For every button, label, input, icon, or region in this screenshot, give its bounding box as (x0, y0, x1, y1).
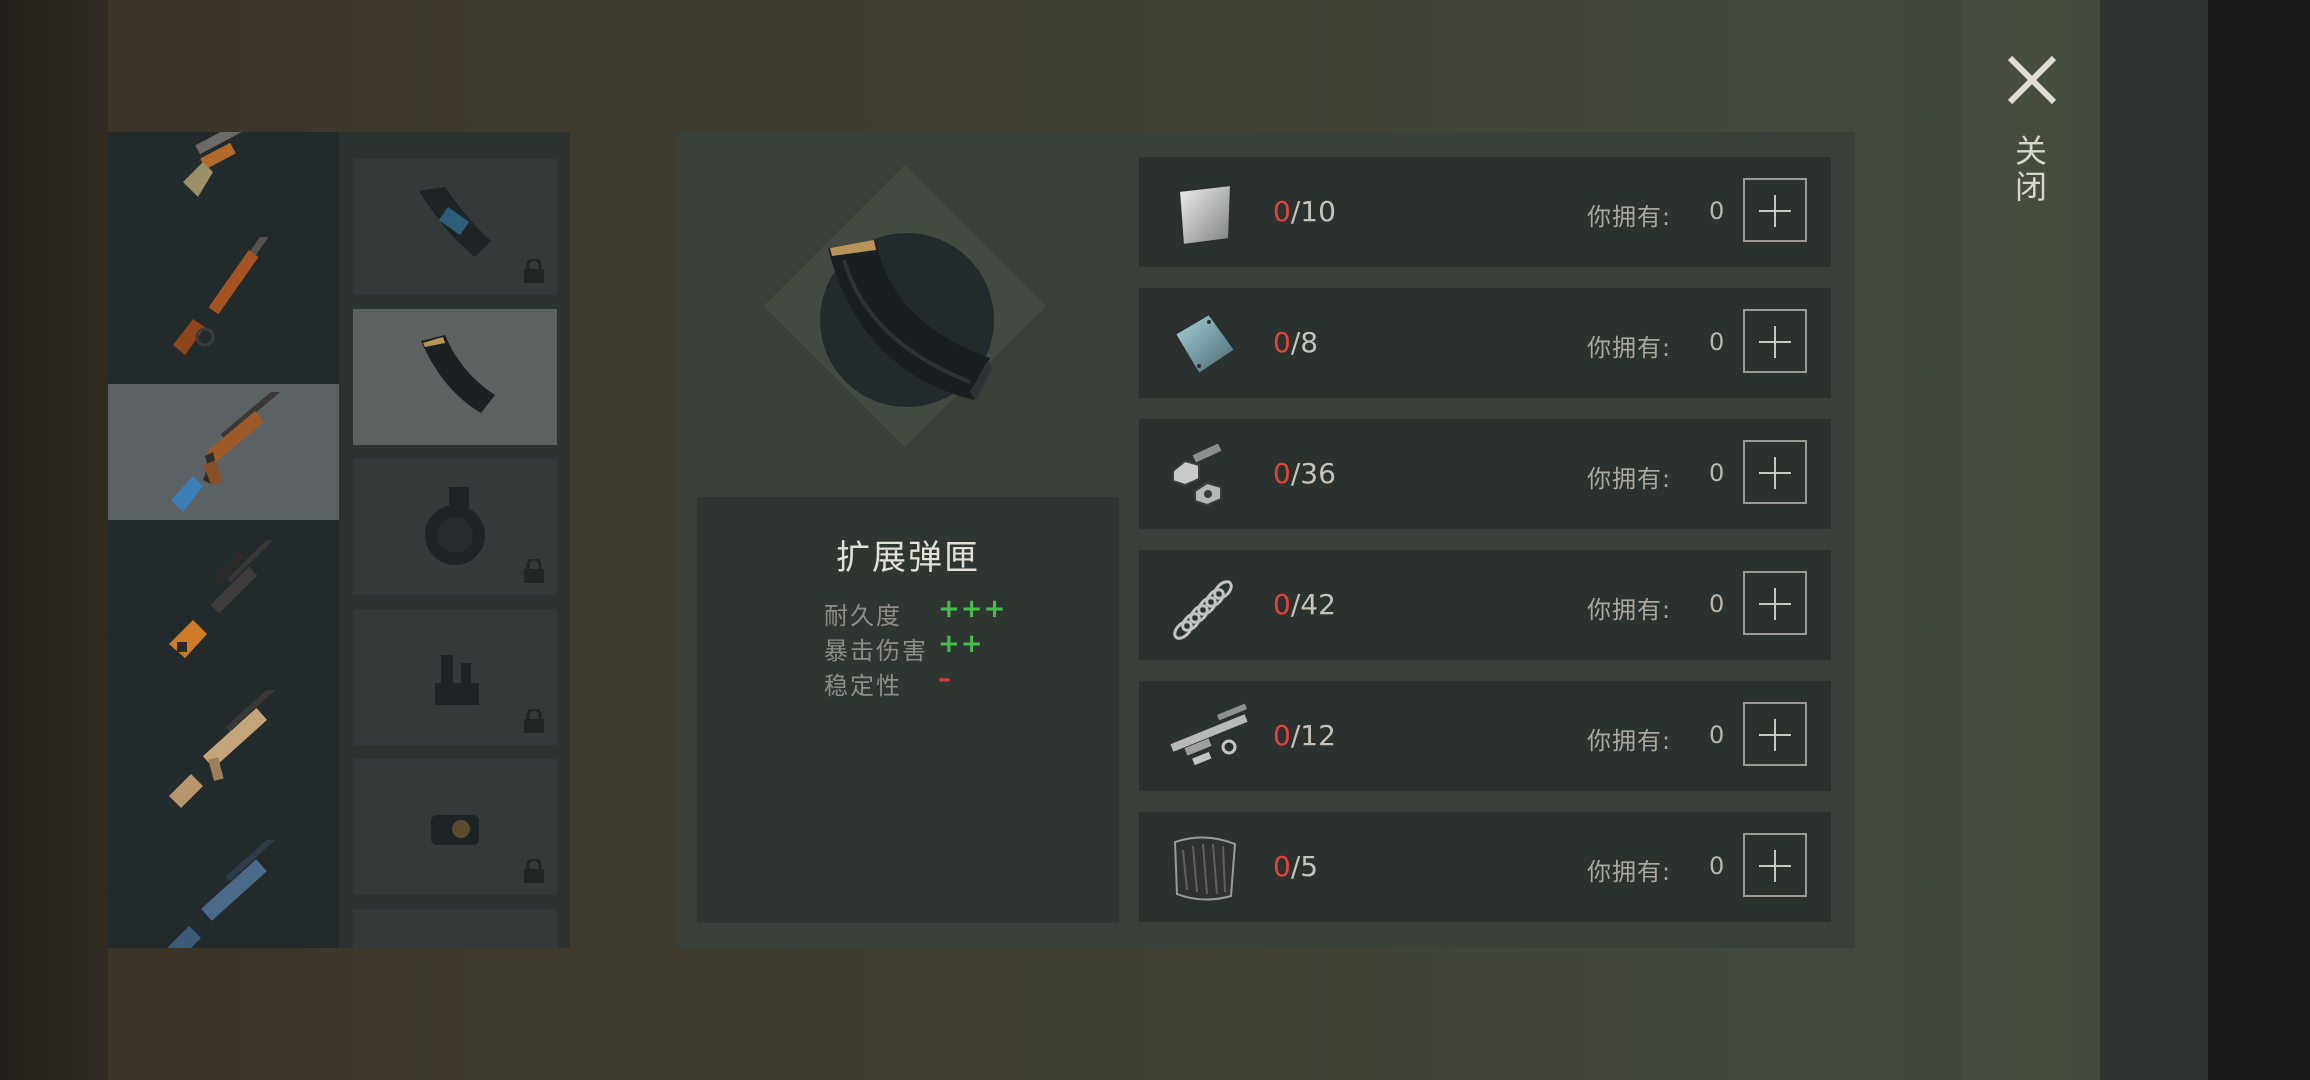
owned-count: 0 (1709, 459, 1725, 487)
drum-magazine-icon (425, 487, 485, 565)
left-edge (0, 0, 108, 1080)
owned-count: 0 (1709, 197, 1725, 225)
required-quantity: 0/42 (1273, 588, 1336, 621)
iron-sight-icon (435, 655, 479, 705)
required-quantity: 0/8 (1273, 326, 1319, 359)
item-name: 扩展弹匣 (836, 538, 980, 578)
required-quantity: 0/12 (1273, 719, 1336, 752)
owned-label: 你拥有: (1587, 858, 1672, 886)
weapon-m16-rifle[interactable] (108, 832, 339, 948)
sniper-rifle-icon (169, 540, 281, 658)
nuts-bolts-icon (1172, 443, 1222, 507)
gun-parts-icon (1170, 703, 1248, 766)
red-dot-sight-icon (431, 815, 479, 845)
owned-label: 你拥有: (1587, 203, 1672, 231)
owned-count: 0 (1709, 852, 1725, 880)
weapon-sniper-rifle[interactable] (108, 532, 339, 668)
attachment-partial[interactable] (353, 909, 557, 948)
stat-label: 耐久度 (824, 602, 902, 630)
requirement-row: 0/5 你拥有: 0 (1139, 812, 1831, 922)
lock-icon (524, 259, 544, 283)
requirement-row: 0/10 你拥有: 0 (1139, 157, 1831, 267)
owned-label: 你拥有: (1587, 596, 1672, 624)
attachment-extended-magazine[interactable] (353, 309, 557, 445)
extended-magazine-icon (421, 335, 495, 413)
shotgun-icon (183, 132, 271, 197)
assault-rifle-icon (171, 392, 286, 512)
steel-plate-icon (1173, 312, 1237, 376)
close-button[interactable]: 关闭 (1996, 44, 2072, 224)
requirement-row: 0/42 你拥有: 0 (1139, 550, 1831, 660)
owned-count: 0 (1709, 328, 1725, 356)
required-quantity: 0/5 (1273, 850, 1319, 883)
owned-label: 你拥有: (1587, 727, 1672, 755)
requirement-row: 0/8 你拥有: 0 (1139, 288, 1831, 398)
owned-label: 你拥有: (1587, 465, 1672, 493)
selection-pointer (318, 431, 332, 463)
stat-crit-damage: 暴击伤害 ++ (824, 629, 983, 666)
right-panel-dark (2100, 0, 2208, 1080)
required-quantity: 0/36 (1273, 457, 1336, 490)
stat-stability: 稳定性 – (824, 664, 951, 701)
weapon-lever-rifle[interactable] (108, 229, 339, 365)
lock-icon (524, 559, 544, 583)
attachment-iron-sight[interactable] (353, 609, 557, 745)
stat-durability: 耐久度 +++ (824, 594, 1005, 631)
stat-label: 暴击伤害 (824, 637, 928, 665)
add-material-button[interactable] (1743, 571, 1807, 635)
requirement-row: 0/12 你拥有: 0 (1139, 681, 1831, 791)
stat-value: +++ (938, 594, 1007, 624)
requirement-row: 0/36 你拥有: 0 (1139, 419, 1831, 529)
weapon-shotgun[interactable] (108, 132, 339, 230)
weapon-ak-rifle[interactable] (108, 384, 339, 520)
add-material-button[interactable] (1743, 178, 1807, 242)
taped-magazine-icon (419, 187, 491, 257)
close-icon (2007, 55, 2057, 105)
required-quantity: 0/10 (1273, 195, 1336, 228)
lever-action-rifle-icon (173, 237, 277, 355)
lock-icon (524, 859, 544, 883)
m16-rifle-icon (167, 840, 279, 948)
stat-label: 稳定性 (824, 672, 902, 700)
add-material-button[interactable] (1743, 833, 1807, 897)
attachment-taped-magazine[interactable] (353, 159, 557, 295)
right-edge (2208, 0, 2310, 1080)
extended-magazine-icon (828, 240, 992, 400)
add-material-button[interactable] (1743, 702, 1807, 766)
rubber-sheet-icon (1173, 836, 1237, 901)
tan-rifle-icon (169, 690, 279, 808)
weapon-list[interactable] (108, 132, 339, 948)
owned-label: 你拥有: (1587, 334, 1672, 362)
attachment-red-dot-sight[interactable] (353, 759, 557, 895)
owned-count: 0 (1709, 721, 1725, 749)
spring-icon (1173, 580, 1233, 640)
stat-value: – (938, 664, 952, 694)
attachment-list[interactable] (339, 132, 570, 948)
attachment-drum-magazine[interactable] (353, 459, 557, 595)
lock-icon (524, 709, 544, 733)
add-material-button[interactable] (1743, 309, 1807, 373)
close-label: 关闭 (2010, 134, 2048, 206)
owned-count: 0 (1709, 590, 1725, 618)
stat-value: ++ (938, 629, 984, 659)
metal-plate-icon (1177, 183, 1233, 247)
weapon-scar-rifle[interactable] (108, 682, 339, 818)
add-material-button[interactable] (1743, 440, 1807, 504)
